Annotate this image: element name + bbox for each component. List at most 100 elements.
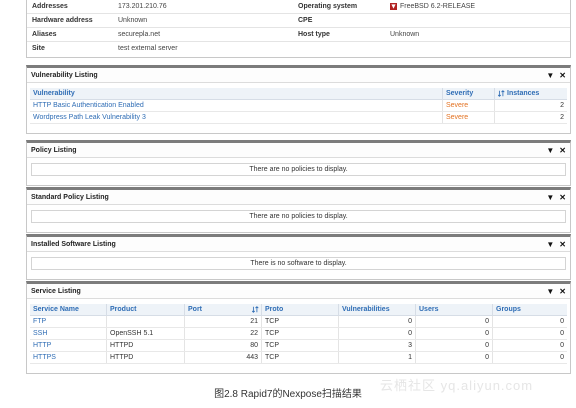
panel-header: Service Listing ▼ ✕ — [27, 284, 570, 299]
severity-value: Severe — [443, 112, 495, 123]
host-info-row: Site test external server — [27, 42, 570, 55]
column-product[interactable]: Product — [107, 304, 185, 315]
panel-header: Vulnerability Listing ▼ ✕ — [27, 68, 570, 83]
column-port[interactable]: Port — [185, 304, 262, 315]
column-vulnerability[interactable]: Vulnerability — [30, 88, 443, 99]
users-value: 0 — [416, 340, 493, 351]
panel-header: Installed Software Listing ▼ ✕ — [27, 237, 570, 252]
service-link[interactable]: HTTPS — [30, 352, 107, 363]
collapse-icon[interactable]: ▼ — [546, 240, 554, 249]
vulns-value: 0 — [339, 328, 416, 339]
column-vulnerabilities[interactable]: Vulnerabilities — [339, 304, 416, 315]
panel-controls: ▼ ✕ — [546, 71, 566, 80]
collapse-icon[interactable]: ▼ — [546, 146, 554, 155]
proto-value: TCP — [262, 316, 339, 327]
proto-value: TCP — [262, 340, 339, 351]
table-row: HTTPS HTTPD 443 TCP 1 0 0 — [30, 352, 567, 364]
panel-title: Vulnerability Listing — [31, 71, 98, 79]
panel-header: Policy Listing ▼ ✕ — [27, 143, 570, 158]
vulnerability-link[interactable]: HTTP Basic Authentication Enabled — [30, 100, 443, 111]
close-icon[interactable]: ✕ — [559, 71, 566, 80]
close-icon[interactable]: ✕ — [559, 193, 566, 202]
product-value: HTTPD — [107, 352, 185, 363]
panel-title: Installed Software Listing — [31, 240, 116, 248]
collapse-icon[interactable]: ▼ — [546, 193, 554, 202]
report-frame: Addresses 173.201.210.76 Operating syste… — [26, 0, 571, 374]
service-link[interactable]: HTTP — [30, 340, 107, 351]
value-site: test external server — [118, 45, 178, 52]
empty-message: There are no policies to display. — [31, 210, 566, 223]
port-value: 443 — [185, 352, 262, 363]
label-aliases: Aliases — [32, 31, 57, 38]
vulnerability-link[interactable]: Wordpress Path Leak Vulnerability 3 — [30, 112, 443, 123]
instances-value: 2 — [560, 102, 564, 109]
panel-controls: ▼ ✕ — [546, 287, 566, 296]
table-row: SSH OpenSSH 5.1 22 TCP 0 0 0 — [30, 328, 567, 340]
value-hardware-address: Unknown — [118, 17, 148, 24]
instances-value: 2 — [560, 114, 564, 121]
groups-value: 0 — [560, 342, 564, 349]
table-header: Vulnerability Severity Instances — [30, 88, 567, 100]
table-row: Wordpress Path Leak Vulnerability 3 Seve… — [30, 112, 567, 124]
service-listing-panel: Service Listing ▼ ✕ Service Name Product… — [26, 281, 571, 374]
policy-listing-panel: Policy Listing ▼ ✕ There are no policies… — [26, 140, 571, 186]
sort-icon[interactable] — [498, 89, 505, 97]
panel-title: Service Listing — [31, 287, 81, 295]
sort-icon[interactable] — [252, 306, 259, 313]
product-value: HTTPD — [107, 340, 185, 351]
panel-controls: ▼ ✕ — [546, 193, 566, 202]
users-value: 0 — [416, 352, 493, 363]
column-users[interactable]: Users — [416, 304, 493, 315]
close-icon[interactable]: ✕ — [559, 240, 566, 249]
product-value — [107, 316, 185, 327]
standard-policy-listing-panel: Standard Policy Listing ▼ ✕ There are no… — [26, 187, 571, 233]
label-site: Site — [32, 45, 45, 52]
panel-header: Standard Policy Listing ▼ ✕ — [27, 190, 570, 205]
label-host-type: Host type — [298, 31, 330, 38]
column-instances[interactable]: Instances — [495, 88, 567, 99]
groups-value: 0 — [560, 330, 564, 337]
column-port-label: Port — [188, 306, 202, 313]
groups-value: 0 — [560, 318, 564, 325]
column-service-name[interactable]: Service Name — [30, 304, 107, 315]
column-proto[interactable]: Proto — [262, 304, 339, 315]
port-value: 21 — [185, 316, 262, 327]
label-hardware-address: Hardware address — [32, 17, 93, 24]
host-info-row: Hardware address Unknown CPE — [27, 14, 570, 28]
value-addresses: 173.201.210.76 — [118, 3, 167, 10]
column-groups[interactable]: Groups — [493, 304, 567, 315]
collapse-icon[interactable]: ▼ — [546, 71, 554, 80]
proto-value: TCP — [262, 328, 339, 339]
value-host-type: Unknown — [390, 31, 420, 38]
host-info-row: Aliases securepla.net Host type Unknown — [27, 28, 570, 42]
groups-value: 0 — [560, 354, 564, 361]
os-name: FreeBSD 6.2-RELEASE — [400, 3, 476, 10]
vulns-value: 0 — [339, 316, 416, 327]
users-value: 0 — [416, 316, 493, 327]
panel-controls: ▼ ✕ — [546, 146, 566, 155]
installed-software-listing-panel: Installed Software Listing ▼ ✕ There is … — [26, 234, 571, 280]
column-severity[interactable]: Severity — [443, 88, 495, 99]
product-value: OpenSSH 5.1 — [107, 328, 185, 339]
vulnerability-listing-panel: Vulnerability Listing ▼ ✕ Vulnerability … — [26, 65, 571, 134]
column-instances-label: Instances — [507, 90, 540, 97]
collapse-icon[interactable]: ▼ — [546, 287, 554, 296]
figure-caption: 图2.8 Rapid7的Nexpose扫描结果 — [214, 389, 362, 400]
panel-title: Policy Listing — [31, 146, 77, 154]
host-info-table: Addresses 173.201.210.76 Operating syste… — [26, 0, 571, 58]
label-operating-system: Operating system — [298, 3, 358, 10]
host-info-row: Addresses 173.201.210.76 Operating syste… — [27, 0, 570, 14]
table-row: HTTP HTTPD 80 TCP 3 0 0 — [30, 340, 567, 352]
service-link[interactable]: SSH — [30, 328, 107, 339]
empty-message: There are no policies to display. — [31, 163, 566, 176]
value-operating-system: FreeBSD 6.2-RELEASE — [390, 3, 570, 10]
freebsd-icon — [390, 3, 397, 10]
vulns-value: 1 — [339, 352, 416, 363]
value-aliases: securepla.net — [118, 31, 161, 38]
vulns-value: 3 — [339, 340, 416, 351]
close-icon[interactable]: ✕ — [559, 287, 566, 296]
close-icon[interactable]: ✕ — [559, 146, 566, 155]
panel-title: Standard Policy Listing — [31, 193, 109, 201]
severity-value: Severe — [443, 100, 495, 111]
service-link[interactable]: FTP — [30, 316, 107, 327]
